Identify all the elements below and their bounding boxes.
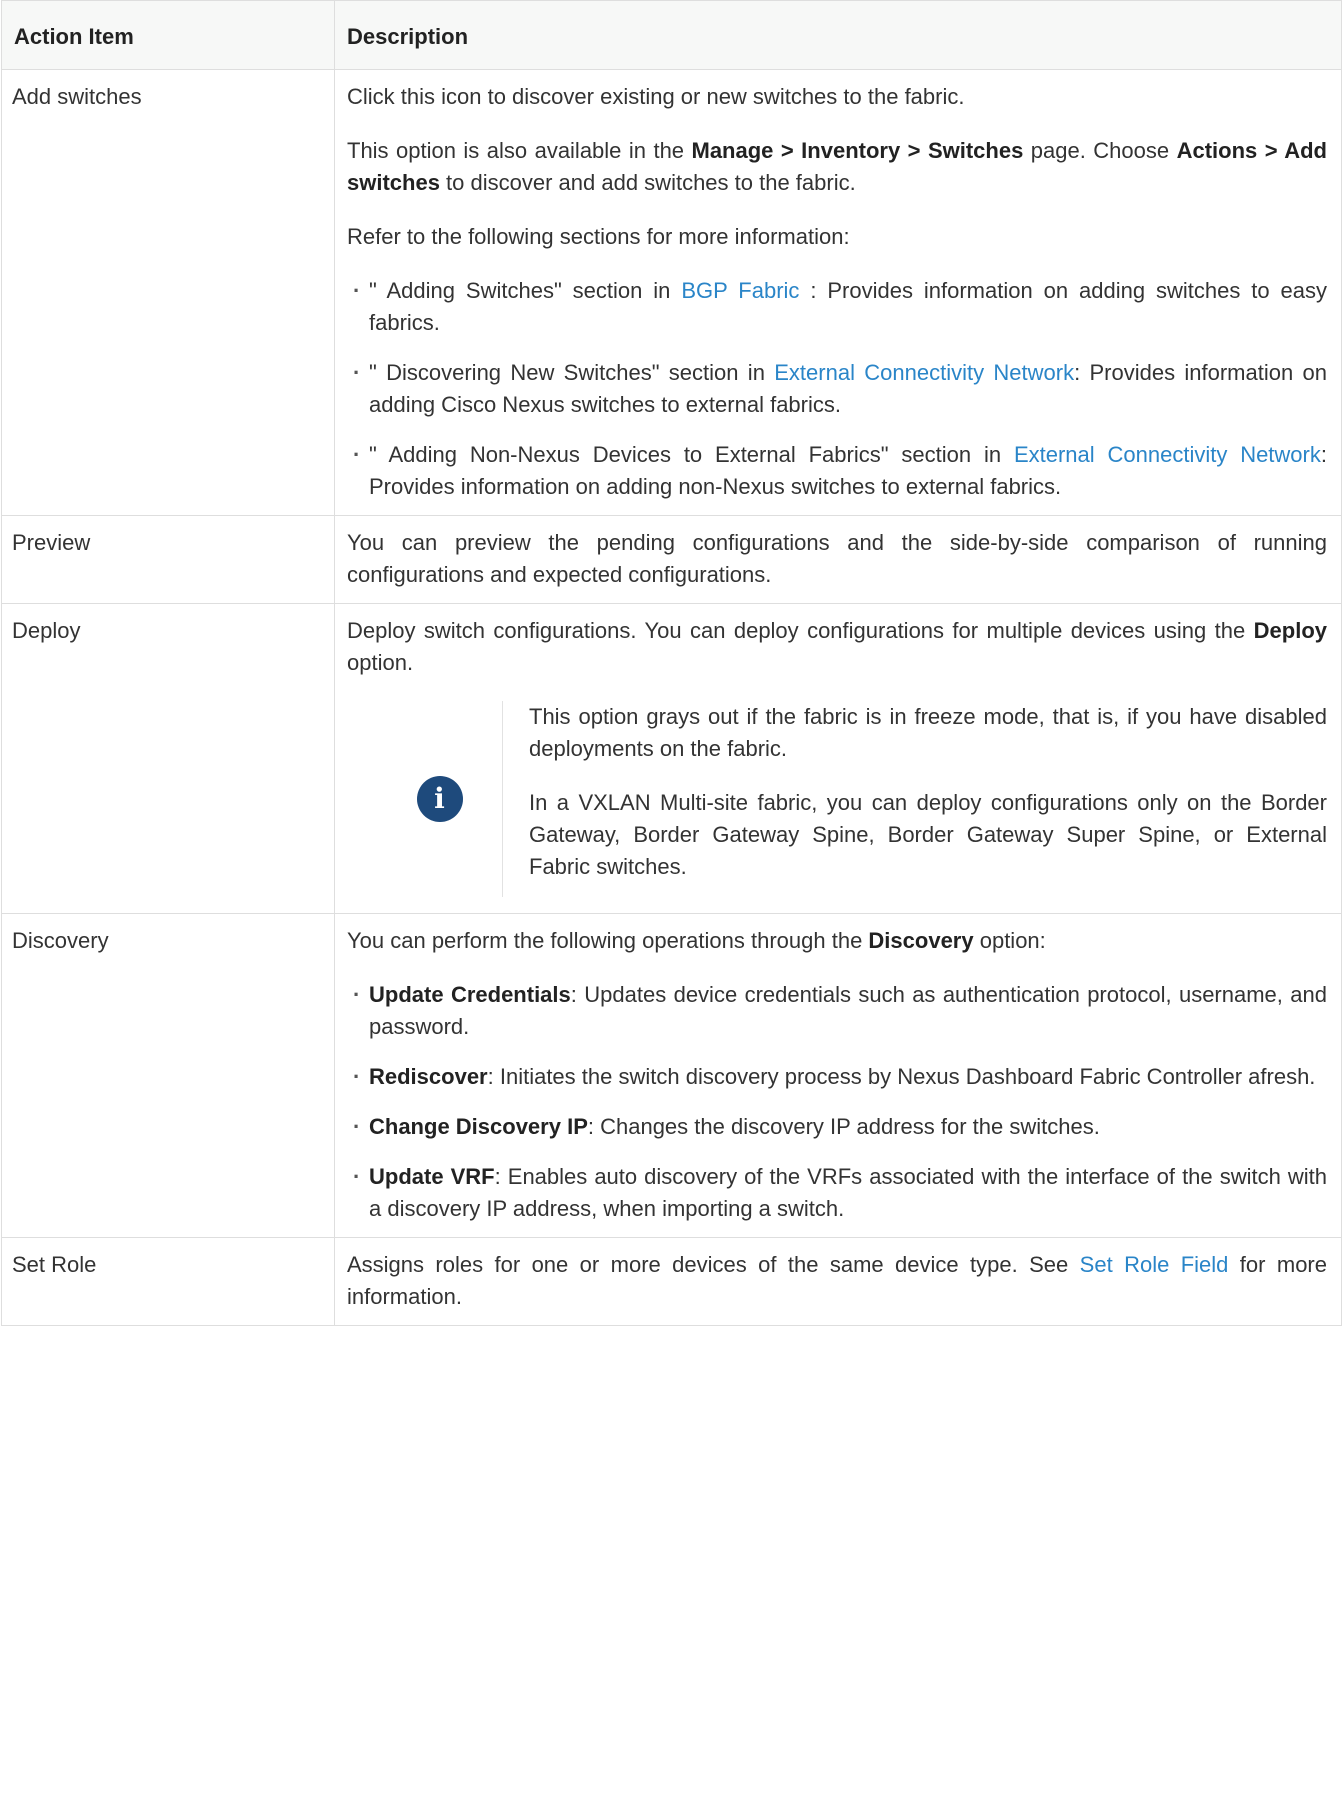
table-header-row: Action Item Description: [1, 0, 1342, 70]
text: to discover and add switches to the fabr…: [439, 170, 856, 195]
text: This option is also available in the: [347, 138, 692, 163]
header-description: Description: [334, 0, 1342, 70]
list-item: · " Discovering New Switches" section in …: [351, 357, 1327, 421]
note-paragraph: This option grays out if the fabric is i…: [529, 704, 1327, 761]
text: Deploy switch configurations. You can de…: [347, 618, 1254, 643]
paragraph: Deploy switch configurations. You can de…: [347, 615, 1327, 679]
paragraph: Refer to the following sections for more…: [347, 224, 850, 249]
operation-name: Update Credentials: [369, 982, 571, 1007]
paragraph: You can perform the following operations…: [347, 925, 1327, 957]
link-external-connectivity-network[interactable]: External Connectivity Network: [1014, 442, 1321, 467]
paragraph: This option is also available in the Man…: [347, 135, 1327, 199]
link-bgp-fabric[interactable]: BGP Fabric: [681, 278, 799, 303]
text: Assigns roles for one or more devices of…: [347, 1252, 1080, 1277]
list-item: · " Adding Switches" section in BGP Fabri…: [351, 275, 1327, 339]
table-row-deploy: Deploy Deploy switch configurations. You…: [1, 603, 1342, 914]
bullet-icon: ·: [353, 442, 361, 467]
bullet-icon: ·: [353, 1114, 361, 1139]
text: " Adding Non-Nexus Devices to External F…: [369, 442, 1014, 467]
action-items-table: Action Item Description Add switches Cli…: [1, 0, 1342, 1326]
action-item-cell: Deploy: [1, 603, 335, 914]
paragraph: You can preview the pending configuratio…: [347, 530, 1327, 587]
description-cell: Click this icon to discover existing or …: [334, 69, 1342, 516]
bullet-icon: ·: [353, 982, 361, 1007]
description-cell: Assigns roles for one or more devices of…: [334, 1237, 1342, 1326]
action-item-cell: Set Role: [1, 1237, 335, 1326]
text: : Changes the discovery IP address for t…: [587, 1114, 1100, 1139]
action-item-cell: Preview: [1, 515, 335, 604]
list-item: · " Adding Non-Nexus Devices to External …: [351, 439, 1327, 503]
list-item: · Rediscover: Initiates the switch discov…: [351, 1061, 1327, 1093]
note-admonition: i This option grays out if the fabric is…: [347, 701, 1327, 897]
option-name: Deploy: [1253, 618, 1327, 643]
note-paragraph: In a VXLAN Multi-site fabric, you can de…: [529, 790, 1327, 879]
reference-list: · " Adding Switches" section in BGP Fabri…: [347, 275, 1327, 503]
operation-name: Rediscover: [369, 1064, 488, 1089]
note-body: This option grays out if the fabric is i…: [529, 701, 1327, 897]
info-icon: i: [416, 776, 463, 822]
operation-name: Change Discovery IP: [369, 1114, 588, 1139]
text: : Enables auto discovery of the VRFs ass…: [369, 1164, 1327, 1221]
operation-name: Update VRF: [369, 1164, 495, 1189]
text: page. Choose: [1023, 138, 1177, 163]
text: option:: [973, 928, 1046, 953]
bullet-icon: ·: [353, 360, 361, 385]
description-cell: You can preview the pending configuratio…: [334, 515, 1342, 604]
header-action-item: Action Item: [1, 0, 335, 70]
bullet-icon: ·: [353, 1164, 361, 1189]
operations-list: · Update Credentials: Updates device cred…: [347, 979, 1327, 1225]
list-item: · Update VRF: Enables auto discovery of t…: [351, 1161, 1327, 1225]
link-set-role-field[interactable]: Set Role Field: [1080, 1252, 1229, 1277]
text: " Discovering New Switches" section in: [369, 360, 775, 385]
table-row-add-switches: Add switches Click this icon to discover…: [1, 69, 1342, 516]
table-row-preview: Preview You can preview the pending conf…: [1, 515, 1342, 604]
text: " Adding Switches" section in: [369, 278, 682, 303]
list-item: · Update Credentials: Updates device cred…: [351, 979, 1327, 1043]
text: : Initiates the switch discovery process…: [487, 1064, 1316, 1089]
paragraph: Assigns roles for one or more devices of…: [347, 1249, 1327, 1313]
table-row-set-role: Set Role Assigns roles for one or more d…: [1, 1237, 1342, 1326]
list-item: · Change Discovery IP: Changes the discov…: [351, 1111, 1327, 1143]
table-row-discovery: Discovery You can perform the following …: [1, 913, 1342, 1238]
bullet-icon: ·: [353, 278, 361, 303]
text: option.: [347, 650, 414, 675]
action-item-cell: Discovery: [1, 913, 335, 1238]
paragraph: Click this icon to discover existing or …: [347, 84, 965, 109]
option-name: Discovery: [868, 928, 974, 953]
note-icon-column: i: [347, 701, 503, 897]
bullet-icon: ·: [353, 1064, 361, 1089]
description-cell: You can perform the following operations…: [334, 913, 1342, 1238]
link-external-connectivity-network[interactable]: External Connectivity Network: [774, 360, 1074, 385]
text: You can perform the following operations…: [347, 928, 869, 953]
description-cell: Deploy switch configurations. You can de…: [334, 603, 1342, 914]
action-item-cell: Add switches: [1, 69, 335, 516]
menu-path: Manage > Inventory > Switches: [691, 138, 1024, 163]
